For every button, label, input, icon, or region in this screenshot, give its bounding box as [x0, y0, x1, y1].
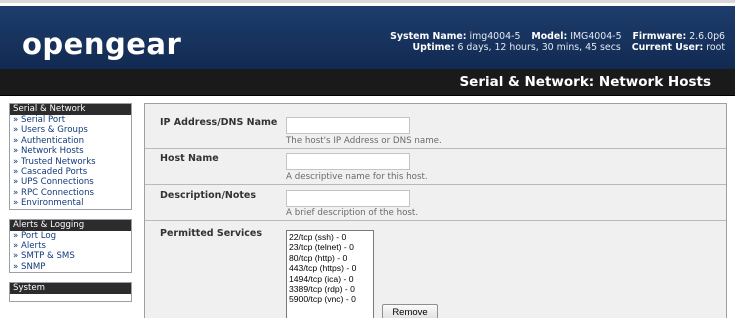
- description-label: Description/Notes: [160, 190, 257, 201]
- app-window: opengear System Name: img4004-5 Model: I…: [0, 0, 735, 318]
- sidebar-item-ups-connections[interactable]: UPS Connections: [10, 177, 131, 187]
- form-row-hostname: Host Name A descriptive name for this ho…: [145, 149, 726, 185]
- sidebar-item-port-log[interactable]: Port Log: [10, 231, 131, 241]
- form-row-services: Permitted Services 22/tcp (ssh) - 0 23/t…: [145, 221, 726, 318]
- model-value: IMG4004-5: [570, 31, 622, 42]
- permitted-services-listbox[interactable]: 22/tcp (ssh) - 0 23/tcp (telnet) - 0 80/…: [286, 230, 374, 318]
- description-input[interactable]: [286, 190, 410, 207]
- sidebar-item-snmp[interactable]: SNMP: [10, 262, 131, 272]
- sidebar-nav: Serial & Network Serial Port Users & Gro…: [9, 103, 132, 303]
- list-item[interactable]: 1494/tcp (ica) - 0: [289, 274, 371, 284]
- page-title: Serial & Network: Network Hosts: [459, 74, 711, 90]
- ip-address-label: IP Address/DNS Name: [160, 117, 278, 128]
- nav-group-title: Serial & Network: [10, 104, 131, 115]
- sidebar-item-users-groups[interactable]: Users & Groups: [10, 125, 131, 135]
- opengear-logo[interactable]: opengear: [22, 27, 181, 61]
- sidebar-item-authentication[interactable]: Authentication: [10, 136, 131, 146]
- ip-address-hint: The host's IP Address or DNS name.: [286, 136, 442, 146]
- sidebar-item-network-hosts[interactable]: Network Hosts: [10, 146, 131, 156]
- sidebar-item-smtp-sms[interactable]: SMTP & SMS: [10, 251, 131, 261]
- list-item[interactable]: 80/tcp (http) - 0: [289, 253, 371, 263]
- current-user-value: root: [706, 42, 725, 53]
- model-label: Model:: [531, 31, 568, 42]
- sidebar-item-cascaded-ports[interactable]: Cascaded Ports: [10, 167, 131, 177]
- host-name-input[interactable]: [286, 153, 410, 170]
- sidebar-item-serial-port[interactable]: Serial Port: [10, 115, 131, 125]
- header-bar: opengear System Name: img4004-5 Model: I…: [0, 6, 735, 69]
- remove-button[interactable]: Remove: [382, 304, 438, 318]
- form-row-description: Description/Notes A brief description of…: [145, 185, 726, 221]
- list-item[interactable]: 5900/tcp (vnc) - 0: [289, 294, 371, 304]
- sidebar-item-environmental[interactable]: Environmental: [10, 198, 131, 208]
- firmware-value: 2.6.0p6: [689, 31, 725, 42]
- ip-address-input[interactable]: [286, 117, 410, 134]
- list-item[interactable]: 3389/tcp (rdp) - 0: [289, 284, 371, 294]
- list-item[interactable]: 443/tcp (https) - 0: [289, 263, 371, 273]
- sidebar-item-rpc-connections[interactable]: RPC Connections: [10, 188, 131, 198]
- nav-group-title: System: [10, 283, 131, 295]
- system-name-value: img4004-5: [469, 31, 521, 42]
- host-name-hint: A descriptive name for this host.: [286, 172, 428, 182]
- system-info: System Name: img4004-5 Model: IMG4004-5 …: [390, 31, 725, 53]
- current-user-label: Current User:: [631, 42, 704, 53]
- nav-group-serial-network: Serial & Network Serial Port Users & Gro…: [9, 103, 132, 210]
- permitted-services-label: Permitted Services: [160, 228, 263, 239]
- sidebar-item-alerts[interactable]: Alerts: [10, 241, 131, 251]
- uptime-label: Uptime:: [412, 42, 455, 53]
- firmware-label: Firmware:: [632, 31, 687, 42]
- description-hint: A brief description of the host.: [286, 208, 419, 218]
- system-name-label: System Name:: [390, 31, 467, 42]
- sidebar-item-trusted-networks[interactable]: Trusted Networks: [10, 157, 131, 167]
- nav-group-alerts-logging: Alerts & Logging Port Log Alerts SMTP & …: [9, 218, 132, 274]
- system-info-line-2: Uptime: 6 days, 12 hours, 30 mins, 45 se…: [390, 42, 725, 53]
- list-item[interactable]: 23/tcp (telnet) - 0: [289, 242, 371, 252]
- system-info-line-1: System Name: img4004-5 Model: IMG4004-5 …: [390, 31, 725, 42]
- nav-group-system: System: [9, 282, 132, 303]
- form-row-ip: IP Address/DNS Name The host's IP Addres…: [145, 104, 726, 149]
- uptime-value: 6 days, 12 hours, 30 mins, 45 secs: [457, 42, 621, 53]
- title-bar: Serial & Network: Network Hosts: [0, 69, 735, 96]
- host-name-label: Host Name: [160, 153, 219, 164]
- nav-group-title: Alerts & Logging: [10, 219, 131, 231]
- list-item[interactable]: 22/tcp (ssh) - 0: [289, 232, 371, 242]
- network-host-form: IP Address/DNS Name The host's IP Addres…: [144, 103, 727, 318]
